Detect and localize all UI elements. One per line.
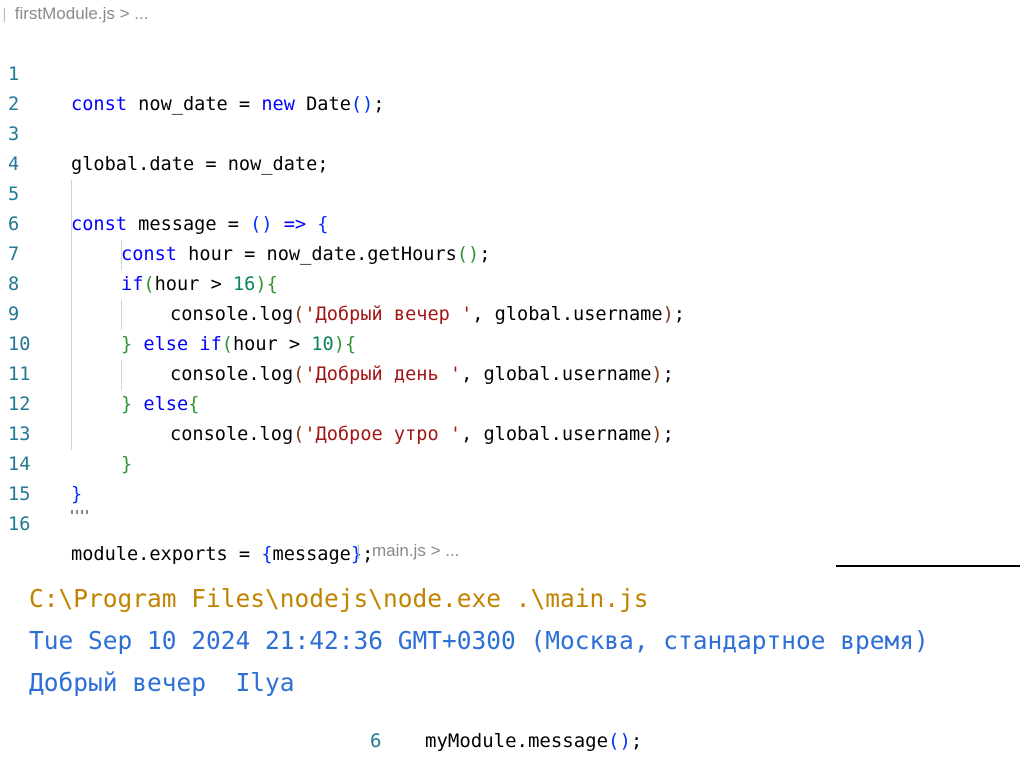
code-line: 5 const message = () => { — [0, 150, 1024, 235]
code-line: 1 const now_date = new Date(); — [0, 30, 1024, 115]
code-text: ; — [630, 730, 643, 752]
breadcrumb: ▏ firstModule.js > ... — [4, 2, 148, 26]
code-text: myModule.message — [425, 730, 609, 752]
terminal-output-date: Tue Sep 10 2024 21:42:36 GMT+0300 (Москв… — [29, 626, 929, 655]
code-line: 16 module.exports = {message}; — [0, 480, 1024, 565]
breadcrumb-separator: > — [119, 4, 130, 23]
code-line: 9 } else if(hour > 10){ — [0, 270, 1024, 355]
code-line: 10 console.log('Добрый день ', global.us… — [0, 300, 1024, 385]
code-line: 3 global.date = now_date; — [0, 90, 1024, 175]
terminal-command: C:\Program Files\nodejs\node.exe .\main.… — [29, 584, 649, 613]
code-line: 6 const hour = now_date.getHours(); — [0, 180, 1024, 265]
bracket: () — [608, 730, 631, 752]
code-line: 12 console.log('Доброе утро ', global.us… — [0, 360, 1024, 445]
code-snippet: myModule.message(); — [425, 730, 642, 752]
file-icon: ▏ — [4, 8, 14, 22]
divider — [836, 565, 1020, 567]
squiggle-hint — [71, 510, 89, 514]
code-line: 15 — [0, 450, 1024, 505]
breadcrumb-file[interactable]: main.js — [372, 541, 426, 560]
code-line: 8 console.log('Добрый вечер ', global.us… — [0, 240, 1024, 325]
breadcrumb-main: ▏ main.js > ... — [358, 540, 459, 562]
file-icon: ▏ — [358, 545, 368, 559]
code-line: 14 } — [0, 420, 1024, 505]
code-text: message — [272, 544, 351, 565]
terminal-output-greeting: Добрый вечер Ilya — [29, 668, 295, 697]
breadcrumb-more[interactable]: ... — [445, 541, 459, 560]
code-line: 4 — [0, 120, 1024, 175]
line-number: 6 — [370, 730, 382, 752]
code-line: 11 } else{ — [0, 330, 1024, 415]
bracket: { — [261, 544, 273, 565]
breadcrumb-more[interactable]: ... — [134, 4, 148, 23]
breadcrumb-separator: > — [430, 541, 441, 560]
code-line: 13 } — [0, 390, 1024, 475]
code-line: 2 — [0, 60, 1024, 115]
breadcrumb-file[interactable]: firstModule.js — [15, 4, 115, 23]
line-number: 16 — [8, 514, 31, 535]
code-text: module.exports = — [71, 544, 262, 565]
code-line: 7 if(hour > 16){ — [0, 210, 1024, 295]
